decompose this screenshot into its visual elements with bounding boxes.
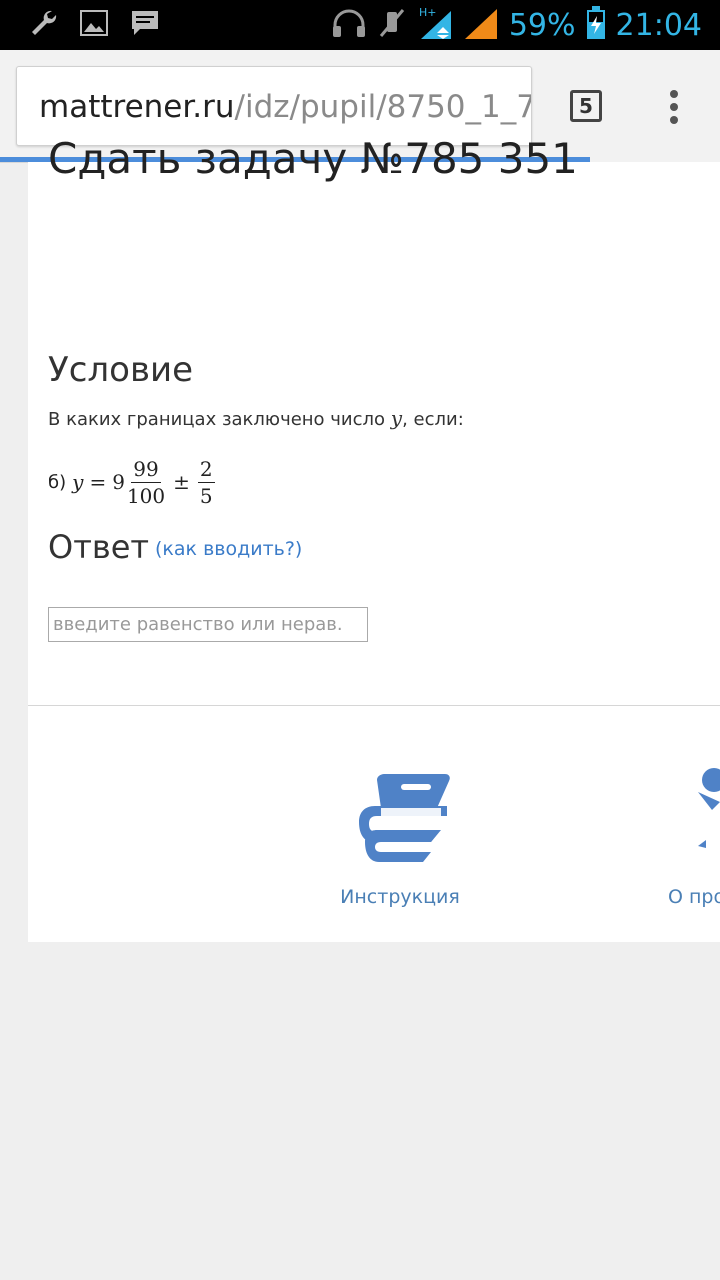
url-domain: mattrener.ru <box>39 89 235 125</box>
section-divider <box>28 705 720 706</box>
overflow-menu-icon[interactable] <box>668 90 680 126</box>
condition-heading: Условие <box>48 350 193 390</box>
fraction-2: 2 5 <box>197 456 215 508</box>
battery-charging-icon <box>586 5 606 45</box>
condition-text: В каких границах заключено число y, если… <box>48 406 464 430</box>
task-card: Сдать задачу №785 351 Условие В каких гр… <box>28 134 720 942</box>
task-formula: б) y = 9 99 100 ± 2 5 <box>48 454 217 510</box>
image-icon <box>80 9 108 41</box>
fraction-1-denominator: 100 <box>126 483 166 508</box>
status-bar: H+ 59% 21:04 <box>0 0 720 50</box>
fraction-1: 99 100 <box>127 458 165 507</box>
condition-variable: y <box>390 406 403 430</box>
task-title: Сдать задачу №785 351 <box>48 134 578 183</box>
condition-text-after: , если: <box>402 409 464 430</box>
fraction-2-denominator: 5 <box>199 483 213 508</box>
headphones-icon <box>331 8 367 43</box>
message-icon <box>130 9 160 42</box>
formula-variable: y <box>72 470 84 494</box>
svg-text:H+: H+ <box>419 6 437 19</box>
tab-switcher-button[interactable]: 5 <box>570 90 602 122</box>
formula-whole: 9 <box>112 470 125 494</box>
signal-icon: H+ <box>417 5 499 46</box>
about-icon <box>668 762 720 872</box>
condition-text-before: В каких границах заключено число <box>48 409 391 430</box>
formula-plus-minus: ± <box>173 470 190 494</box>
answer-heading-row: Ответ (как вводить?) <box>48 528 302 566</box>
formula-equals: = <box>89 470 107 494</box>
formula-label: б) <box>48 471 67 493</box>
fraction-1-numerator: 99 <box>131 456 161 483</box>
how-to-enter-link[interactable]: (как вводить?) <box>155 538 302 560</box>
answer-input[interactable] <box>48 607 368 642</box>
clock: 21:04 <box>615 7 702 43</box>
instruction-label: Инструкция <box>340 886 460 908</box>
about-label: О про <box>668 886 720 908</box>
about-link[interactable]: О про <box>668 762 720 908</box>
url-text[interactable]: mattrener.ru/idz/pupil/8750_1_75 <box>39 89 532 125</box>
battery-percent: 59% <box>508 7 576 43</box>
books-icon <box>345 762 455 872</box>
answer-heading: Ответ <box>48 528 150 566</box>
fraction-2-numerator: 2 <box>197 456 215 483</box>
instruction-link[interactable]: Инструкция <box>328 762 472 908</box>
url-path: /idz/pupil/8750_1_75 <box>234 89 532 125</box>
wrench-icon <box>28 8 58 43</box>
mute-icon <box>377 8 407 43</box>
